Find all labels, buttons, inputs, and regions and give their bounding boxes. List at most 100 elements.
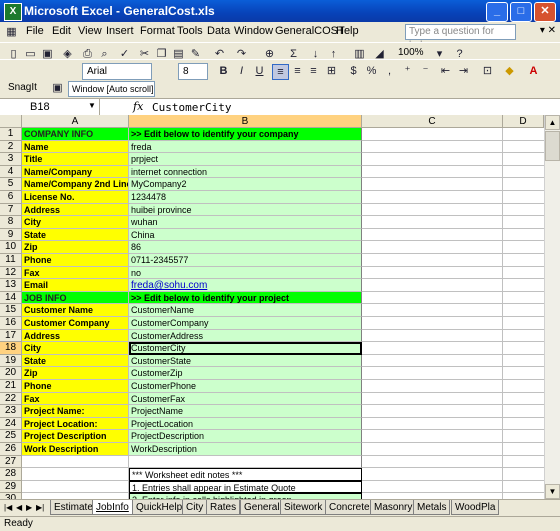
row-header[interactable]: 16 — [0, 317, 22, 330]
row-header[interactable]: 13 — [0, 279, 22, 292]
cell-a[interactable]: Project Name: — [22, 405, 129, 418]
cell-d[interactable] — [503, 330, 544, 343]
percent-icon[interactable]: % — [364, 64, 379, 78]
merge-center-icon[interactable]: ⊞ — [324, 64, 339, 78]
cell-a[interactable]: Email — [22, 279, 129, 292]
select-all-corner[interactable] — [0, 115, 22, 128]
cell-c[interactable] — [362, 405, 503, 418]
row-header[interactable]: 5 — [0, 178, 22, 191]
cell-a[interactable]: Fax — [22, 266, 129, 280]
cell-d[interactable] — [503, 178, 544, 191]
row-header[interactable]: 20 — [0, 367, 22, 380]
cell-d[interactable] — [503, 468, 544, 481]
close-button[interactable]: ✕ — [534, 2, 556, 22]
cell-b[interactable]: prpject — [129, 153, 362, 166]
row-header[interactable]: 12 — [0, 266, 22, 280]
cell-a[interactable]: License No. — [22, 191, 129, 204]
cell-b[interactable]: 86 — [129, 241, 362, 254]
cell-a[interactable]: State — [22, 354, 129, 368]
align-right-icon[interactable]: ≡ — [306, 64, 321, 78]
cell-a[interactable]: Fax — [22, 392, 129, 406]
cell-d[interactable] — [503, 481, 544, 494]
cell-b[interactable]: freda — [129, 140, 362, 154]
cell-d[interactable] — [503, 166, 544, 179]
row-header[interactable]: 10 — [0, 241, 22, 254]
cell-a[interactable]: JOB INFO — [22, 291, 129, 305]
menu-generalcost[interactable]: GeneralCOST — [275, 25, 345, 37]
row-header[interactable]: 2 — [0, 140, 22, 154]
cell-c[interactable] — [362, 178, 503, 191]
decrease-decimal-icon[interactable]: ⁻ — [418, 64, 433, 78]
cell-c[interactable] — [362, 191, 503, 204]
cell-c[interactable] — [362, 241, 503, 254]
cell-d[interactable] — [503, 405, 544, 418]
cell-b[interactable]: ProjectDescription — [129, 430, 362, 443]
cell-b[interactable]: CustomerZip — [129, 367, 362, 380]
cell-a[interactable]: Phone — [22, 254, 129, 267]
cell-d[interactable] — [503, 443, 544, 456]
cell-c[interactable] — [362, 216, 503, 229]
name-box-dropdown-icon[interactable]: ▼ — [88, 101, 96, 110]
row-header[interactable]: 7 — [0, 203, 22, 217]
cell-b[interactable]: 1234478 — [129, 191, 362, 204]
row-header[interactable]: 3 — [0, 153, 22, 166]
comma-style-icon[interactable]: , — [382, 64, 397, 78]
cell-a[interactable]: State — [22, 228, 129, 242]
cell-c[interactable] — [362, 317, 503, 330]
sheet-tab-metals[interactable]: Metals — [413, 500, 451, 515]
cell-a[interactable]: Title — [22, 153, 129, 166]
cell-a[interactable]: Customer Company — [22, 317, 129, 330]
minimize-button[interactable]: _ — [486, 2, 508, 22]
next-sheet-icon[interactable]: ▶ — [26, 503, 32, 512]
last-sheet-icon[interactable]: ▶| — [36, 503, 44, 512]
font-size-select[interactable]: 8 — [178, 63, 208, 80]
scroll-thumb[interactable] — [545, 131, 560, 161]
cell-d[interactable] — [503, 229, 544, 242]
sheet-tab-jobinfo[interactable]: JobInfo — [92, 500, 133, 515]
row-header[interactable]: 26 — [0, 443, 22, 456]
cell-c[interactable] — [362, 140, 503, 154]
align-left-icon[interactable]: ≡ — [272, 64, 289, 80]
zoom-select[interactable]: 100% — [398, 47, 424, 58]
cell-a[interactable]: Address — [22, 329, 129, 343]
row-header[interactable]: 6 — [0, 191, 22, 204]
cell-d[interactable] — [503, 191, 544, 204]
row-header[interactable]: 11 — [0, 254, 22, 267]
row-header[interactable]: 23 — [0, 405, 22, 418]
cell-b[interactable]: CustomerCompany — [129, 317, 362, 330]
underline-icon[interactable]: U — [252, 64, 267, 78]
cell-c[interactable] — [362, 279, 503, 292]
cell-a[interactable]: Name/Company — [22, 165, 129, 179]
row-header[interactable]: 28 — [0, 468, 22, 481]
cell-b[interactable]: no — [129, 266, 362, 280]
cell-a[interactable]: Work Description — [22, 443, 129, 456]
cell-d[interactable] — [503, 216, 544, 229]
column-header-b[interactable]: B — [129, 115, 362, 128]
cell-a[interactable]: Phone — [22, 380, 129, 393]
sheet-tab-city[interactable]: City — [182, 500, 208, 515]
workbook-close-icon[interactable]: ▾ ✕ — [540, 25, 556, 36]
cell-a[interactable]: Project Location: — [22, 417, 129, 431]
cell-b[interactable]: ProjectName — [129, 405, 362, 418]
cell-d[interactable] — [503, 342, 544, 355]
cell-b[interactable]: CustomerAddress — [129, 329, 362, 343]
cell-c[interactable] — [362, 291, 503, 305]
cell-b[interactable]: freda@sohu.com — [129, 279, 362, 292]
cell-d[interactable] — [503, 279, 544, 292]
cell-a[interactable] — [22, 480, 129, 494]
cell-c[interactable] — [362, 367, 503, 380]
align-center-icon[interactable]: ≡ — [290, 64, 305, 78]
cell-d[interactable] — [503, 456, 544, 469]
cell-b[interactable]: internet connection — [129, 165, 362, 179]
cell-a[interactable]: Zip — [22, 241, 129, 254]
decrease-indent-icon[interactable]: ⇤ — [438, 64, 453, 78]
row-header[interactable]: 15 — [0, 304, 22, 317]
cell-d[interactable] — [503, 418, 544, 431]
cell-b[interactable]: WorkDescription — [129, 443, 362, 456]
cell-a[interactable] — [22, 455, 129, 469]
snagit-settings-icon[interactable]: ▣ — [50, 81, 65, 95]
row-header[interactable]: 17 — [0, 329, 22, 343]
menu-format[interactable]: Format — [140, 25, 175, 37]
vertical-scrollbar[interactable]: ▲ ▼ — [544, 115, 560, 499]
cell-a[interactable]: Zip — [22, 367, 129, 380]
